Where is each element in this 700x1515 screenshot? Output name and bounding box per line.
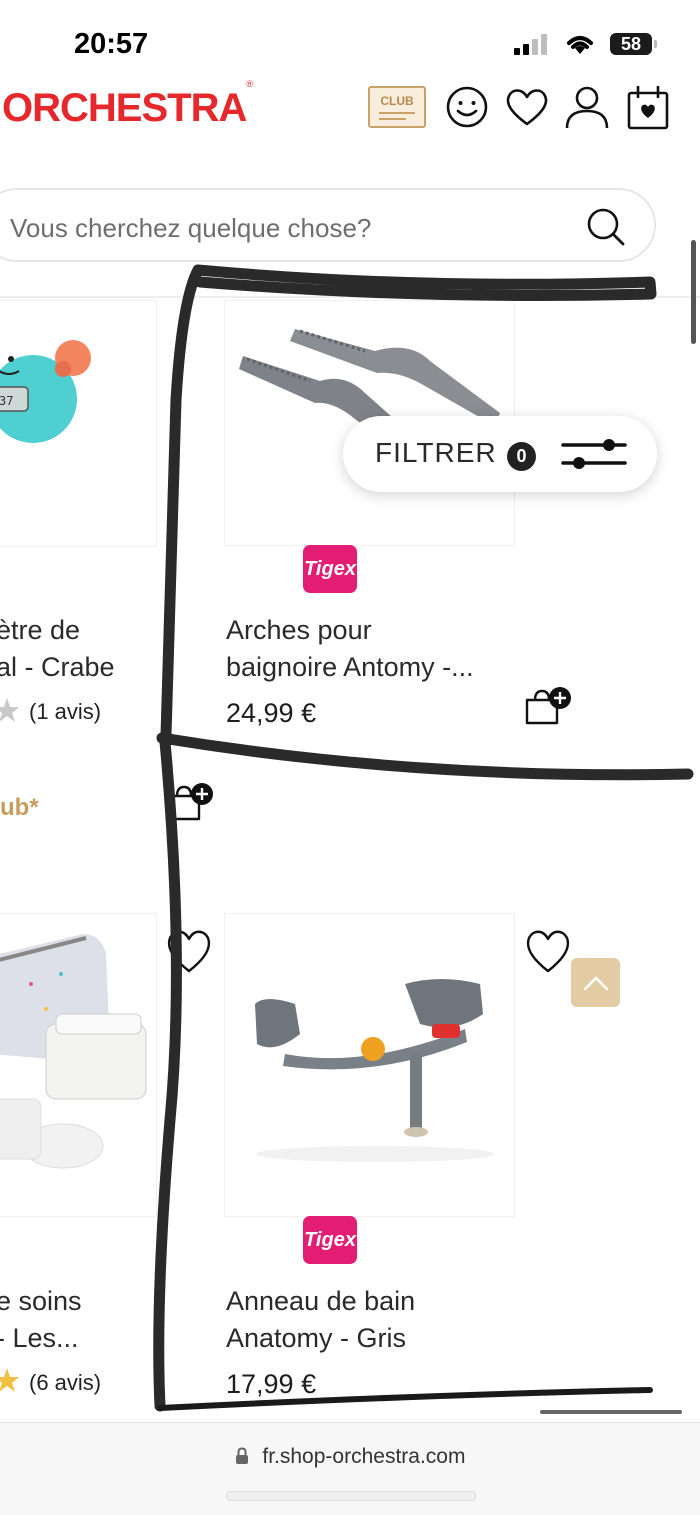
header-icons: CLUB <box>368 84 670 130</box>
club-price: ub* <box>0 794 39 821</box>
browser-bottom-bar: fr.shop-orchestra.com <box>0 1422 700 1515</box>
brand-logo-tigex[interactable]: Tigex <box>303 1216 357 1264</box>
vertical-scrollbar[interactable] <box>691 240 696 344</box>
product-title-line: ètre de <box>0 615 81 645</box>
product-title-line: baignoire Antomy -... <box>226 652 474 682</box>
product-image[interactable] <box>224 913 515 1217</box>
product-title-line: e soins <box>0 1286 82 1316</box>
product-reviews[interactable]: (6 avis) <box>29 1370 101 1396</box>
page-load-indicator <box>226 1491 476 1501</box>
brand-logo-tigex[interactable]: Tigex <box>303 545 357 593</box>
horizontal-scrollbar[interactable] <box>540 1410 682 1414</box>
user-icon[interactable] <box>564 85 610 129</box>
product-image[interactable]: 37 <box>0 300 157 547</box>
product-title[interactable]: Arches pour baignoire Antomy -... <box>226 612 474 686</box>
orchestra-logo[interactable]: ORCHESTRA® <box>2 79 253 131</box>
lock-icon <box>235 1447 248 1464</box>
wifi-icon <box>567 36 593 54</box>
product-title-line: Arches pour <box>226 615 372 645</box>
smiley-icon[interactable] <box>446 86 488 128</box>
care-kit-image <box>0 934 147 1169</box>
status-icons: 58 <box>514 32 657 56</box>
address-bar[interactable]: fr.shop-orchestra.com <box>0 1445 700 1469</box>
product-image[interactable] <box>0 913 157 1217</box>
filter-label: FILTRER <box>375 437 497 468</box>
logo-text: ORCHESTRA <box>2 86 247 130</box>
product-title[interactable]: ètre de al - Crabe <box>0 612 115 686</box>
product-title-line: - Les... <box>0 1323 79 1353</box>
product-title-line: Anatomy - Gris <box>226 1323 407 1353</box>
calendar-heart-icon[interactable] <box>626 84 670 130</box>
url-text: fr.shop-orchestra.com <box>262 1445 466 1468</box>
product-reviews[interactable]: (1 avis) <box>29 699 101 725</box>
product-title-line: Anneau de bain <box>226 1286 416 1316</box>
club-label: CLUB <box>380 94 414 108</box>
filter-sliders-icon <box>561 439 627 469</box>
search-input[interactable]: Vous cherchez quelque chose? <box>10 213 371 244</box>
page: 20:57 58 ORCHESTRA® CLUB Vous cherchez q… <box>0 0 700 1515</box>
svg-text:37: 37 <box>0 394 13 408</box>
product-title[interactable]: e soins - Les... <box>0 1283 82 1357</box>
filter-count-badge: 0 <box>507 442 536 471</box>
wishlist-heart-icon[interactable] <box>526 927 570 973</box>
header-divider <box>0 296 700 298</box>
wishlist-heart-icon[interactable] <box>167 927 211 973</box>
star-icon <box>0 1368 19 1392</box>
status-time: 20:57 <box>74 28 149 60</box>
back-to-top-button[interactable] <box>571 958 620 1007</box>
star-icon <box>0 698 19 722</box>
club-icon[interactable]: CLUB <box>368 86 426 128</box>
search-icon[interactable] <box>586 207 626 247</box>
signal-icon <box>514 34 547 55</box>
search-bar[interactable]: Vous cherchez quelque chose? <box>0 188 656 262</box>
battery-icon: 58 <box>610 33 657 55</box>
bath-ring-image <box>255 979 495 1162</box>
registered-mark: ® <box>246 78 253 89</box>
crab-thermometer-image: 37 <box>0 340 91 443</box>
add-to-cart-icon[interactable] <box>166 782 214 822</box>
product-title[interactable]: Anneau de bain Anatomy - Gris <box>226 1283 415 1357</box>
filter-button[interactable]: FILTRER 0 <box>343 416 657 492</box>
add-to-cart-icon[interactable] <box>524 686 572 726</box>
heart-icon[interactable] <box>506 87 548 127</box>
product-price: 24,99 € <box>226 698 317 728</box>
product-title-line: al - Crabe <box>0 652 115 682</box>
product-price: 17,99 € <box>226 1369 317 1399</box>
chevron-up-icon <box>583 975 608 990</box>
